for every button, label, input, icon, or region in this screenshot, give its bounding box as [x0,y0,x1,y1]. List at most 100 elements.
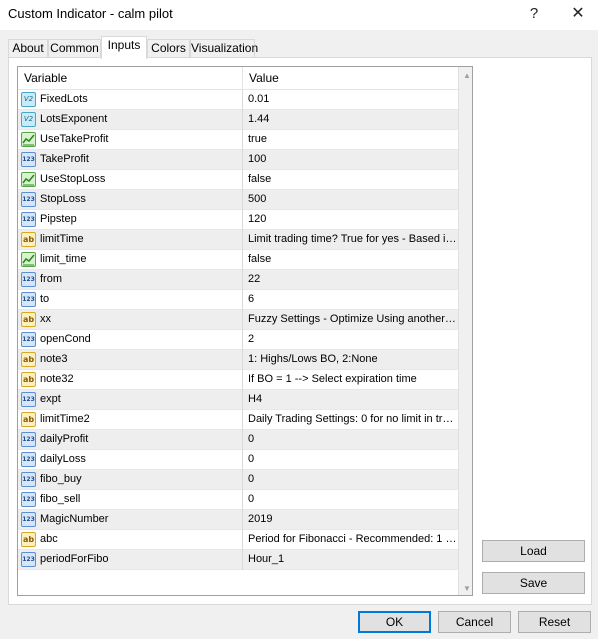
variable-name: Pipstep [40,213,77,225]
string-type-icon: ab [21,532,36,547]
variable-name: limitTime [40,233,84,245]
variable-name: UseStopLoss [40,173,106,185]
ok-button[interactable]: OK [358,611,431,633]
variable-name: limit_time [40,253,87,265]
table-row[interactable]: limit_time false [18,250,458,270]
value-cell[interactable]: 0 [243,430,458,450]
variable-cell: ab limitTime [18,230,243,250]
value-cell[interactable]: 120 [243,210,458,230]
string-type-icon: ab [21,232,36,247]
table-row[interactable]: 123 TakeProfit 100 [18,150,458,170]
value-cell[interactable]: 2 [243,330,458,350]
variable-cell: UseTakeProfit [18,130,243,150]
value-cell[interactable]: 1: Highs/Lows BO, 2:None [243,350,458,370]
value-cell[interactable]: Hour_1 [243,550,458,570]
double-type-icon: V2 [21,92,36,107]
variable-name: FixedLots [40,93,88,105]
vertical-scrollbar[interactable]: ▲ ▼ [458,67,472,595]
table-row[interactable]: ab xx Fuzzy Settings - Optimize Using anot… [18,310,458,330]
tab-colors[interactable]: Colors [147,39,190,58]
integer-type-icon: 123 [21,332,36,347]
table-row[interactable]: ab limitTime2 Daily Trading Settings: 0 fo… [18,410,458,430]
help-icon[interactable]: ? [512,0,556,28]
scroll-down-icon[interactable]: ▼ [459,580,472,595]
column-header-value[interactable]: Value [243,67,458,90]
variable-cell: 123 to [18,290,243,310]
table-row[interactable]: 123 expt H4 [18,390,458,410]
column-header-variable[interactable]: Variable [18,67,243,90]
table-row[interactable]: 123 fibo_buy 0 [18,470,458,490]
value-cell[interactable]: 1.44 [243,110,458,130]
variable-name: note32 [40,373,74,385]
variable-cell: 123 from [18,270,243,290]
variable-name: MagicNumber [40,513,109,525]
table-row[interactable]: 123 openCond 2 [18,330,458,350]
value-cell[interactable]: If BO = 1 --> Select expiration time [243,370,458,390]
variable-cell: 123 expt [18,390,243,410]
integer-type-icon: 123 [21,392,36,407]
value-cell[interactable]: Daily Trading Settings: 0 for no limit i… [243,410,458,430]
variable-cell: 123 dailyProfit [18,430,243,450]
table-row[interactable]: ab abc Period for Fibonacci - Recommended:… [18,530,458,550]
tab-visualization[interactable]: Visualization [190,39,258,58]
table-row[interactable]: V2 LotsExponent 1.44 [18,110,458,130]
tab-inputs[interactable]: Inputs [101,36,147,59]
close-icon[interactable]: ✕ [556,0,598,28]
variable-name: limitTime2 [40,413,90,425]
value-cell[interactable]: 2019 [243,510,458,530]
string-type-icon: ab [21,372,36,387]
save-button[interactable]: Save [482,572,585,594]
value-cell[interactable]: false [243,250,458,270]
table-row[interactable]: 123 dailyLoss 0 [18,450,458,470]
integer-type-icon: 123 [21,492,36,507]
load-button[interactable]: Load [482,540,585,562]
table-row[interactable]: ab note32 If BO = 1 --> Select expiration … [18,370,458,390]
grid-header: Variable Value [18,67,458,90]
variable-name: StopLoss [40,193,86,205]
variable-name: dailyLoss [40,453,86,465]
table-row[interactable]: UseStopLoss false [18,170,458,190]
variable-cell: limit_time [18,250,243,270]
bool-type-icon [21,172,36,187]
value-cell[interactable]: Limit trading time? True for yes - Based… [243,230,458,250]
scroll-up-icon[interactable]: ▲ [459,67,472,84]
value-cell[interactable]: 22 [243,270,458,290]
value-cell[interactable]: Period for Fibonacci - Recommended: 1 pe… [243,530,458,550]
table-row[interactable]: 123 MagicNumber 2019 [18,510,458,530]
table-row[interactable]: 123 Pipstep 120 [18,210,458,230]
reset-button[interactable]: Reset [518,611,591,633]
value-cell[interactable]: 0.01 [243,90,458,110]
value-cell[interactable]: 100 [243,150,458,170]
variable-name: LotsExponent [40,113,108,125]
value-cell[interactable]: 0 [243,490,458,510]
table-row[interactable]: ab note3 1: Highs/Lows BO, 2:None [18,350,458,370]
value-cell[interactable]: H4 [243,390,458,410]
table-row[interactable]: 123 dailyProfit 0 [18,430,458,450]
table-row[interactable]: ab limitTime Limit trading time? True for … [18,230,458,250]
table-row[interactable]: 123 periodForFibo Hour_1 [18,550,458,570]
table-row[interactable]: 123 from 22 [18,270,458,290]
tab-common[interactable]: Common [48,39,101,58]
table-row[interactable]: 123 to 6 [18,290,458,310]
value-cell[interactable]: 0 [243,470,458,490]
value-cell[interactable]: 6 [243,290,458,310]
value-cell[interactable]: 500 [243,190,458,210]
cancel-button[interactable]: Cancel [438,611,511,633]
table-row[interactable]: V2 FixedLots 0.01 [18,90,458,110]
value-cell[interactable]: Fuzzy Settings - Optimize Using another … [243,310,458,330]
value-cell[interactable]: 0 [243,450,458,470]
string-type-icon: ab [21,312,36,327]
table-row[interactable]: 123 fibo_sell 0 [18,490,458,510]
table-row[interactable]: 123 StopLoss 500 [18,190,458,210]
variable-cell: ab limitTime2 [18,410,243,430]
value-cell[interactable]: true [243,130,458,150]
variable-name: expt [40,393,61,405]
value-cell[interactable]: false [243,170,458,190]
variable-name: openCond [40,333,91,345]
integer-type-icon: 123 [21,552,36,567]
variable-cell: 123 TakeProfit [18,150,243,170]
variable-cell: V2 LotsExponent [18,110,243,130]
tab-about[interactable]: About [8,39,48,58]
inputs-grid: Variable Value V2 FixedLots 0.01 V2 LotsExpo… [17,66,473,596]
table-row[interactable]: UseTakeProfit true [18,130,458,150]
